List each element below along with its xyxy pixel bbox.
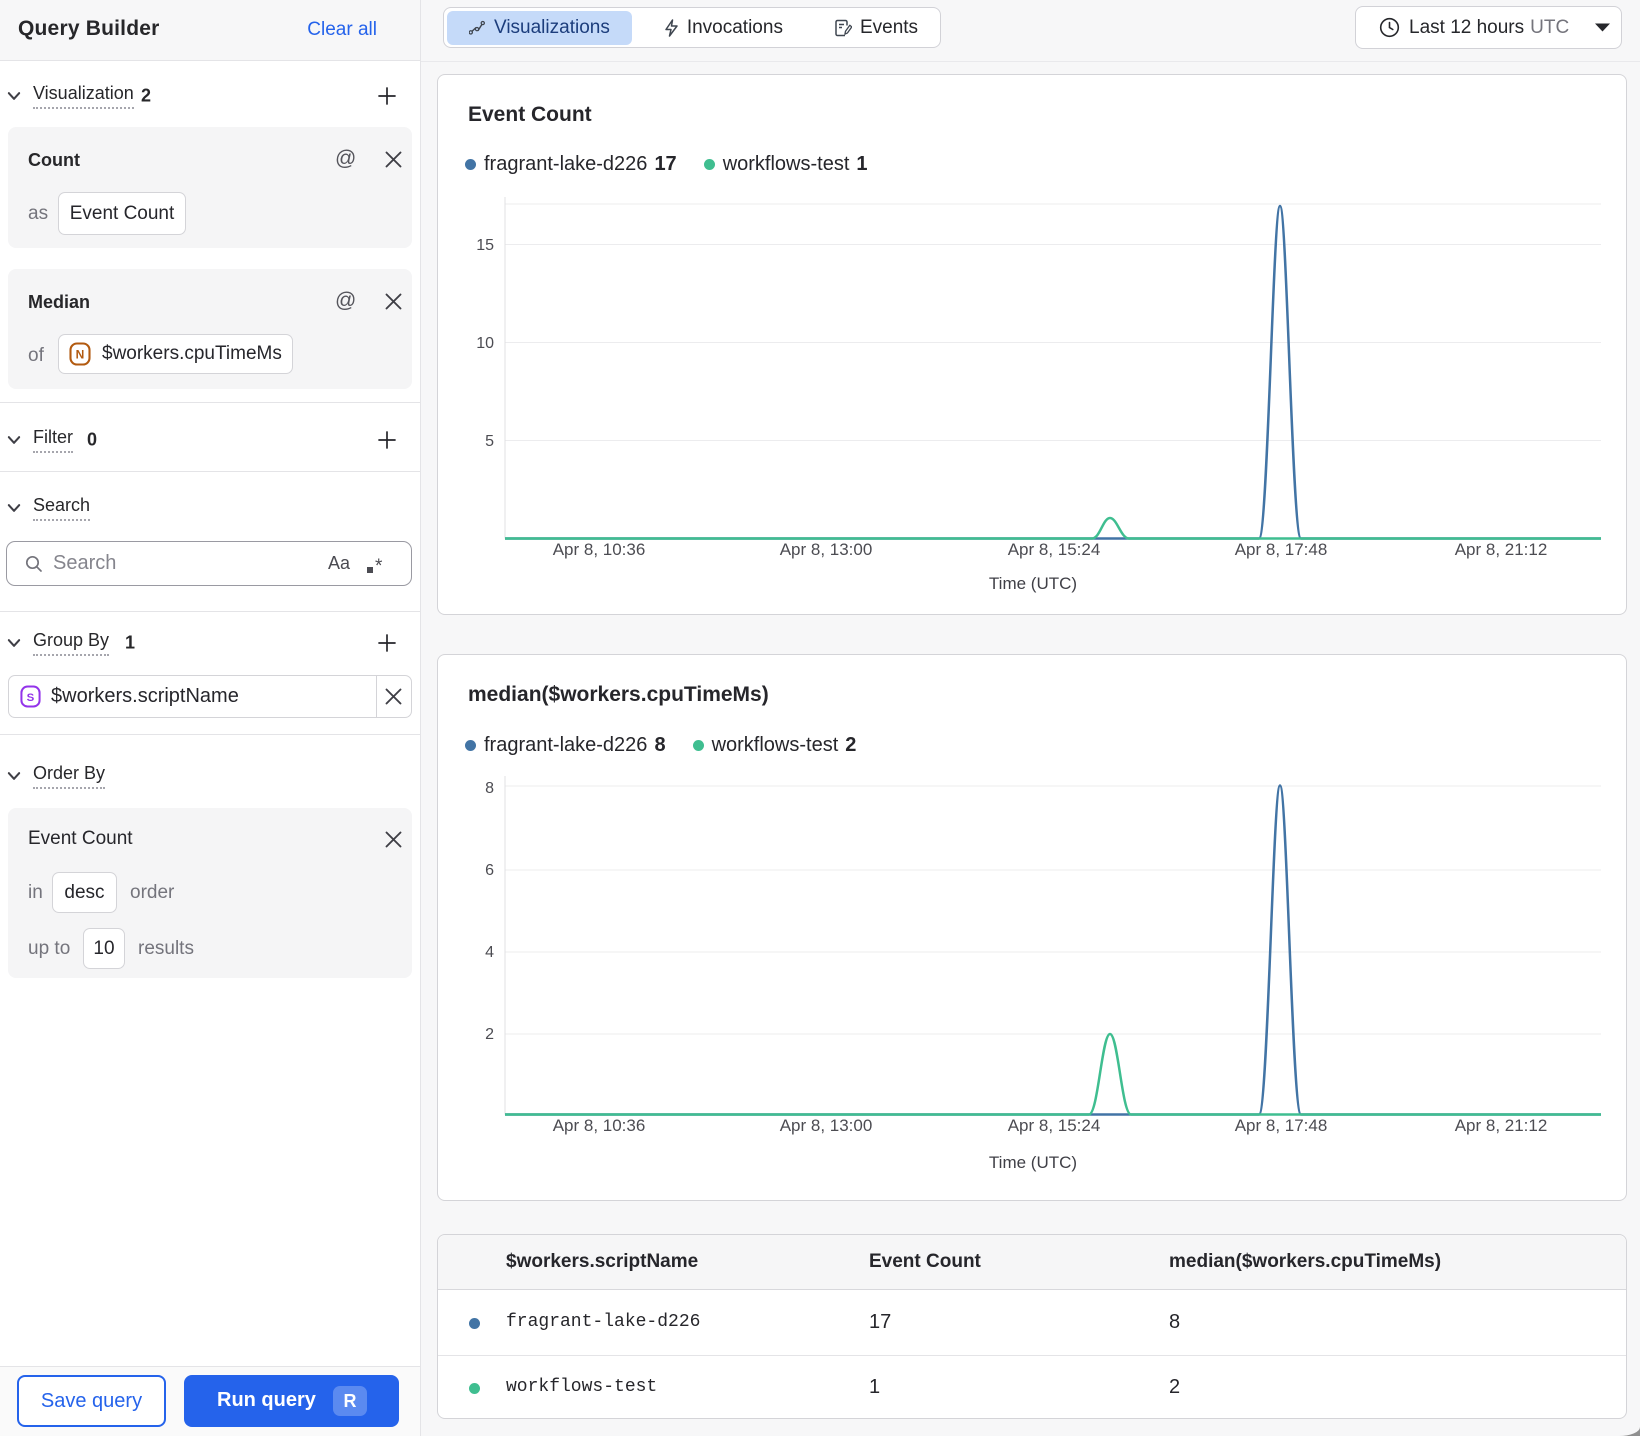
svg-text:*: * — [375, 556, 383, 575]
svg-text:8: 8 — [485, 780, 494, 797]
svg-text:Apr 8, 17:48: Apr 8, 17:48 — [1235, 1116, 1328, 1135]
svg-text:6: 6 — [485, 862, 494, 879]
svg-text:10: 10 — [476, 335, 494, 352]
svg-text:S: S — [27, 692, 35, 704]
svg-text:Time (UTC): Time (UTC) — [989, 1153, 1077, 1172]
svg-text:Apr 8, 15:24: Apr 8, 15:24 — [1008, 1116, 1101, 1135]
svg-text:Time (UTC): Time (UTC) — [989, 574, 1077, 593]
svg-text:Apr 8, 13:00: Apr 8, 13:00 — [780, 1116, 873, 1135]
svg-text:Apr 8, 13:00: Apr 8, 13:00 — [780, 540, 873, 559]
svg-text:Apr 8, 21:12: Apr 8, 21:12 — [1455, 540, 1548, 559]
svg-text:5: 5 — [485, 433, 494, 450]
svg-text:2: 2 — [485, 1026, 494, 1043]
svg-text:Apr 8, 17:48: Apr 8, 17:48 — [1235, 540, 1328, 559]
svg-text:Apr 8, 10:36: Apr 8, 10:36 — [553, 1116, 646, 1135]
svg-text:Apr 8, 15:24: Apr 8, 15:24 — [1008, 540, 1101, 559]
svg-text:Apr 8, 21:12: Apr 8, 21:12 — [1455, 1116, 1548, 1135]
svg-text:4: 4 — [485, 944, 494, 961]
svg-text:Apr 8, 10:36: Apr 8, 10:36 — [553, 540, 646, 559]
svg-text:N: N — [76, 348, 85, 362]
svg-text:15: 15 — [476, 237, 494, 254]
